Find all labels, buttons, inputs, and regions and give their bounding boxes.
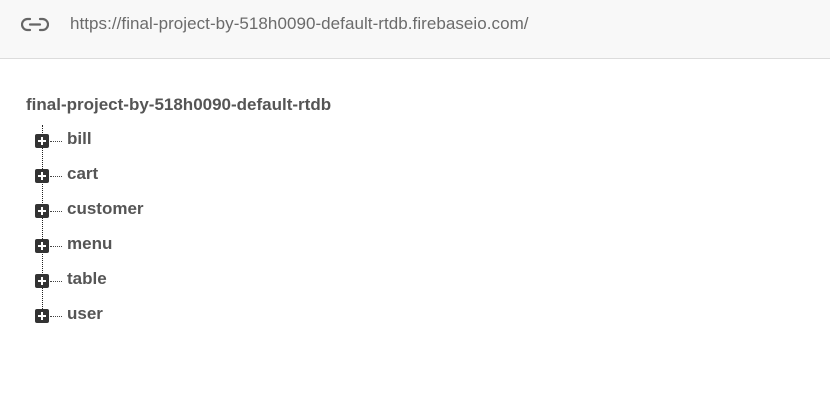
database-tree: final-project-by-518h0090-default-rtdb b… — [0, 60, 830, 412]
tree-node-label[interactable]: cart — [67, 164, 98, 184]
link-icon[interactable] — [20, 13, 50, 37]
expand-plus-icon[interactable] — [35, 134, 49, 148]
tree-node-table[interactable]: table — [35, 268, 335, 292]
tree-node-label[interactable]: user — [67, 304, 103, 324]
tree-node-label[interactable]: bill — [67, 129, 92, 149]
tree-connector — [50, 176, 62, 177]
tree-node-label[interactable]: customer — [67, 199, 144, 219]
tree-connector — [50, 281, 62, 282]
tree-root-label[interactable]: final-project-by-518h0090-default-rtdb — [26, 95, 331, 115]
expand-plus-icon[interactable] — [35, 239, 49, 253]
database-url[interactable]: https://final-project-by-518h0090-defaul… — [70, 14, 529, 34]
tree-node-cart[interactable]: cart — [35, 163, 335, 187]
tree-node-label[interactable]: table — [67, 269, 107, 289]
tree-connector — [50, 246, 62, 247]
tree-connector — [50, 316, 62, 317]
url-bar: https://final-project-by-518h0090-defaul… — [0, 0, 830, 59]
tree-connector — [50, 211, 62, 212]
expand-plus-icon[interactable] — [35, 309, 49, 323]
expand-plus-icon[interactable] — [35, 204, 49, 218]
tree-node-label[interactable]: menu — [67, 234, 112, 254]
expand-plus-icon[interactable] — [35, 274, 49, 288]
tree-connector — [50, 141, 62, 142]
tree-node-bill[interactable]: bill — [35, 128, 335, 152]
tree-node-user[interactable]: user — [35, 303, 335, 327]
tree-node-menu[interactable]: menu — [35, 233, 335, 257]
tree-node-customer[interactable]: customer — [35, 198, 335, 222]
expand-plus-icon[interactable] — [35, 169, 49, 183]
